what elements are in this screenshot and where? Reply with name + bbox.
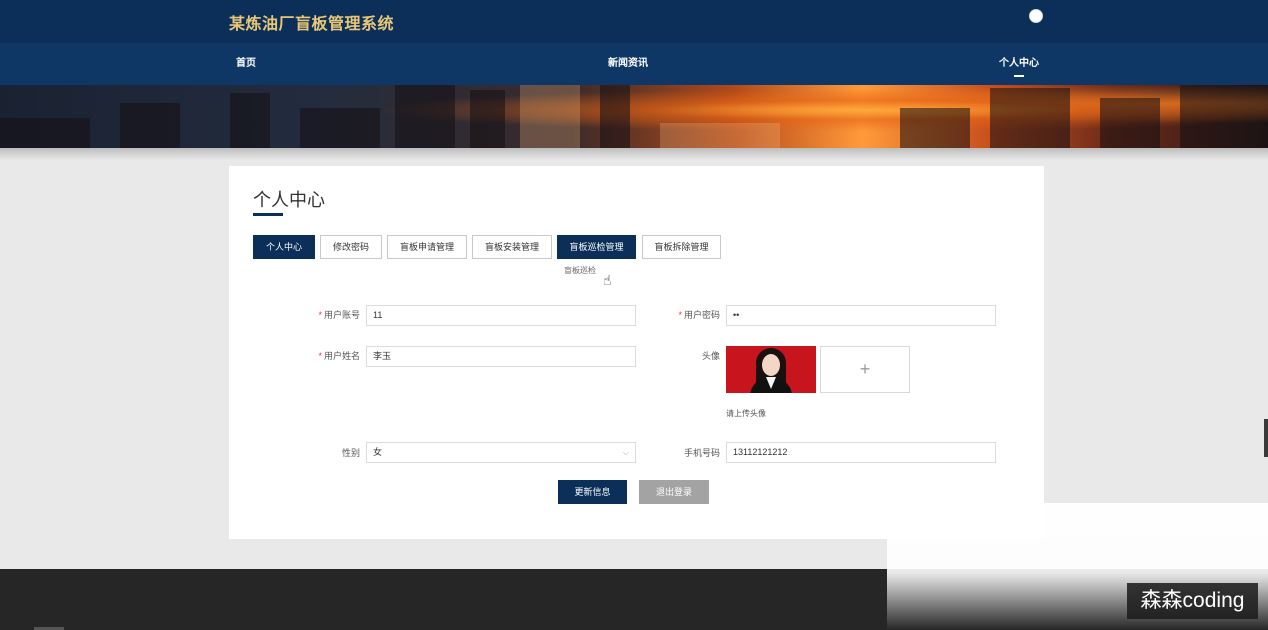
page-title: 个人中心 <box>253 190 325 210</box>
personal-center-card: 个人中心 个人中心 修改密码 盲板申请管理 盲板安装管理 盲板巡检管理 盲板拆除… <box>229 166 1044 539</box>
nav-item-home[interactable]: 首页 <box>236 43 256 85</box>
tab-blind-plate-installation[interactable]: 盲板安装管理 <box>472 235 552 259</box>
gender-select[interactable]: 女 ⌵ <box>366 442 636 463</box>
submenu-item-inspection[interactable]: 盲板巡检 <box>564 265 596 276</box>
user-avatar-icon[interactable] <box>1029 9 1043 23</box>
main-nav: 首页 新闻资讯 个人中心 <box>0 43 1268 85</box>
update-info-button[interactable]: 更新信息 <box>558 480 627 504</box>
password-input[interactable]: •• <box>726 305 996 326</box>
username-input[interactable]: 11 <box>366 305 636 326</box>
fullname-input[interactable]: 李玉 <box>366 346 636 367</box>
hand-cursor-icon: ☝ <box>603 272 612 288</box>
site-title: 某炼油厂盲板管理系统 <box>229 16 395 33</box>
tab-blind-plate-inspection[interactable]: 盲板巡检管理 <box>557 235 636 259</box>
logout-button[interactable]: 退出登录 <box>639 480 709 504</box>
avatar-label: 头像 <box>701 351 720 361</box>
phone-label: 手机号码 <box>683 448 720 458</box>
scrollbar-handle[interactable] <box>1264 419 1268 457</box>
avatar-upload-button[interactable]: + <box>820 346 910 393</box>
fullname-label: * 用户姓名 <box>318 351 360 361</box>
nav-item-news[interactable]: 新闻资讯 <box>608 43 648 85</box>
avatar-image <box>726 346 816 393</box>
title-underline <box>253 213 283 216</box>
tab-blind-plate-application[interactable]: 盲板申请管理 <box>387 235 467 259</box>
avatar-upload-hint: 请上传头像 <box>726 409 766 418</box>
top-header: 某炼油厂盲板管理系统 <box>0 0 1268 43</box>
chevron-down-icon: ⌵ <box>622 448 629 457</box>
gender-select-value: 女 <box>373 447 383 457</box>
nav-item-personal-center[interactable]: 个人中心 <box>999 43 1039 85</box>
gender-label: 性别 <box>341 448 360 458</box>
tab-change-password[interactable]: 修改密码 <box>320 235 382 259</box>
password-label: * 用户密码 <box>678 310 720 320</box>
tab-blind-plate-removal[interactable]: 盲板拆除管理 <box>642 235 721 259</box>
tab-personal-center[interactable]: 个人中心 <box>253 235 315 259</box>
phone-input[interactable]: 13112121212 <box>726 442 996 463</box>
city-banner-image <box>0 85 1268 148</box>
username-label: * 用户账号 <box>318 310 360 320</box>
watermark-text: 森森coding <box>1127 583 1258 619</box>
